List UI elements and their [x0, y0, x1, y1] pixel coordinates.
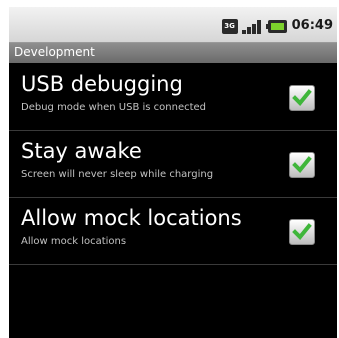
signal-icon: [241, 19, 262, 34]
pref-title: USB debugging: [21, 72, 183, 96]
pref-usb-debugging[interactable]: USB debugging Debug mode when USB is con…: [9, 64, 337, 131]
pref-title: Stay awake: [21, 139, 142, 163]
3g-label: 3G: [224, 21, 235, 30]
title-bar: Development: [9, 43, 337, 63]
pref-allow-mock-locations[interactable]: Allow mock locations Allow mock location…: [9, 198, 337, 265]
page-title: Development: [14, 45, 95, 59]
checkmark-icon: [292, 223, 312, 240]
checkmark-icon: [292, 89, 312, 106]
checkmark-icon: [292, 156, 312, 173]
3g-icon: 3G: [221, 18, 238, 34]
pref-stay-awake[interactable]: Stay awake Screen will never sleep while…: [9, 131, 337, 198]
usb-debugging-checkbox[interactable]: [289, 85, 315, 111]
allow-mock-locations-checkbox[interactable]: [289, 219, 315, 245]
pref-summary: Allow mock locations: [21, 236, 127, 247]
battery-icon: [265, 19, 287, 33]
pref-title: Allow mock locations: [21, 206, 242, 230]
stay-awake-checkbox[interactable]: [289, 152, 315, 178]
phone-screen: 3G 06:49 Development USB debugging Debug…: [9, 7, 337, 338]
pref-summary: Screen will never sleep while charging: [21, 169, 214, 180]
pref-summary: Debug mode when USB is connected: [21, 102, 207, 113]
status-icons: 3G 06:49: [221, 18, 333, 34]
status-bar: 3G 06:49: [9, 7, 337, 43]
status-clock: 06:49: [291, 18, 333, 33]
